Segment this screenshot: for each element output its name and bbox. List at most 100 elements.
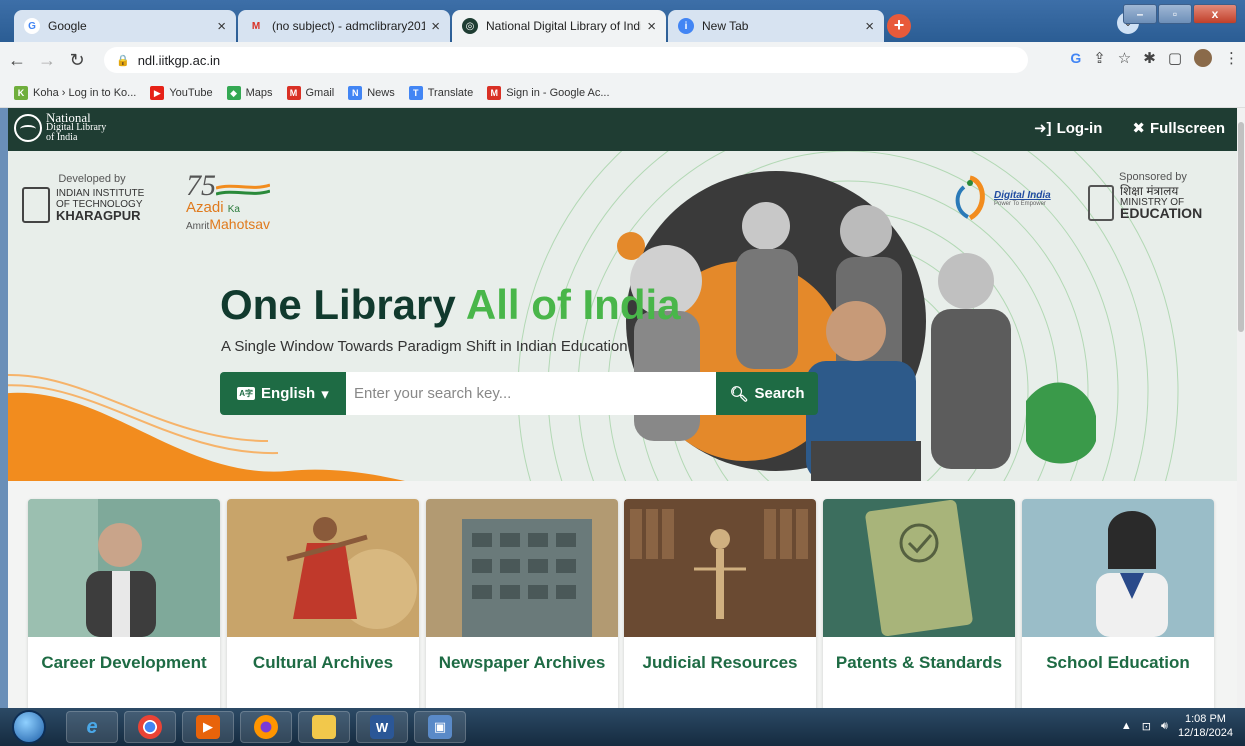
address-bar[interactable]: 🔒 ndl.iitkgp.ac.in bbox=[104, 47, 1028, 73]
profile-avatar-icon[interactable] bbox=[1194, 49, 1212, 67]
login-link[interactable]: ➜] Log-in bbox=[1034, 119, 1102, 137]
fullscreen-link[interactable]: ✖ Fullscreen bbox=[1132, 119, 1225, 137]
share-icon[interactable]: ⇪ bbox=[1093, 49, 1106, 67]
tab-ndl[interactable]: ◎ National Digital Library of India ( × bbox=[452, 10, 666, 42]
search-input[interactable] bbox=[346, 372, 716, 415]
clock[interactable]: 1:08 PM 12/18/2024 bbox=[1178, 712, 1233, 740]
azadi-amrit: Amrit bbox=[186, 221, 210, 232]
tab-google[interactable]: G Google × bbox=[14, 10, 236, 42]
window-controls: – ▫ x bbox=[1123, 4, 1237, 24]
star-icon[interactable]: ☆ bbox=[1118, 49, 1131, 67]
side-panel-icon[interactable]: ▢ bbox=[1168, 49, 1182, 67]
developed-by-iit-kgp: Developed by INDIAN INSTITUTE OF TECHNOL… bbox=[22, 173, 162, 223]
volume-icon[interactable]: 🔊︎ bbox=[1161, 720, 1168, 733]
taskbar-media-player[interactable]: ▶ bbox=[182, 711, 234, 743]
maximize-button[interactable]: ▫ bbox=[1158, 4, 1192, 24]
bookmarks-bar: K Koha › Log in to Ko... ▶ YouTube ◆ Maps M Gma… bbox=[0, 78, 1245, 108]
taskbar-file-explorer[interactable] bbox=[298, 711, 350, 743]
bookmark-label: Gmail bbox=[305, 86, 335, 99]
bookmark-item[interactable]: M Sign in - Google Ac... bbox=[487, 85, 610, 100]
start-button[interactable] bbox=[12, 710, 46, 744]
card-label: Newspaper Archives bbox=[438, 653, 606, 672]
taskbar-word[interactable]: W bbox=[356, 711, 408, 743]
card-career-development[interactable]: Career Development bbox=[28, 499, 220, 708]
scrollbar-thumb[interactable] bbox=[1238, 122, 1244, 332]
back-arrow-icon[interactable]: ← bbox=[4, 50, 30, 71]
forward-arrow-icon[interactable]: → bbox=[34, 50, 60, 71]
word-icon: W bbox=[370, 715, 394, 739]
card-school-education[interactable]: School Education bbox=[1022, 499, 1214, 708]
browser-toolbar: ← → ↻ 🔒 ndl.iitkgp.ac.in G ⇪ ☆ ✱ ▢ ⋮ bbox=[0, 42, 1245, 78]
bookmark-item[interactable]: ▶ YouTube bbox=[150, 85, 213, 100]
ministry-line-2: EDUCATION bbox=[1120, 204, 1203, 221]
taskbar-internet-explorer[interactable]: e bbox=[66, 711, 118, 743]
login-icon: ➜] bbox=[1033, 120, 1052, 137]
picture-viewer-icon: ▣ bbox=[428, 715, 452, 739]
card-patents-standards[interactable]: Patents & Standards bbox=[823, 499, 1015, 708]
new-tab-icon: i bbox=[678, 18, 694, 34]
windows-taskbar: e ▶ W ▣ ▲ ⊡ 🔊︎ 1:08 PM 12/18/2024 bbox=[0, 708, 1245, 746]
patents-standards-image bbox=[823, 499, 1015, 637]
bookmark-label: Koha › Log in to Ko... bbox=[33, 86, 137, 99]
google-lens-icon[interactable]: G bbox=[1070, 50, 1081, 66]
close-icon[interactable]: × bbox=[431, 18, 440, 35]
language-icon: A字 bbox=[237, 387, 256, 400]
taskbar-firefox[interactable] bbox=[240, 711, 292, 743]
career-development-image bbox=[28, 499, 220, 637]
chrome-icon bbox=[138, 715, 162, 739]
digital-india-tagline: Power To Empower bbox=[994, 200, 1046, 207]
maps-icon: ◆ bbox=[226, 85, 241, 100]
tab-label: (no subject) - admclibrary2019@ bbox=[272, 19, 426, 33]
page-scrollbar[interactable] bbox=[1237, 108, 1245, 708]
new-tab-button[interactable]: + bbox=[887, 14, 911, 38]
reload-icon[interactable]: ↻ bbox=[64, 50, 90, 71]
minimize-button[interactable]: – bbox=[1123, 4, 1157, 24]
category-cards: Career Development Cultural Archives New… bbox=[8, 481, 1237, 708]
close-icon[interactable]: × bbox=[647, 18, 656, 35]
bookmark-item[interactable]: K Koha › Log in to Ko... bbox=[14, 85, 137, 100]
gmail-icon: M bbox=[286, 85, 301, 100]
bookmark-label: YouTube bbox=[169, 86, 213, 99]
taskbar-chrome[interactable] bbox=[124, 711, 176, 743]
flag-swoosh-icon bbox=[216, 183, 270, 196]
window-close-button[interactable]: x bbox=[1193, 4, 1237, 24]
network-icon[interactable]: ⊡ bbox=[1142, 720, 1151, 733]
tab-label: New Tab bbox=[702, 19, 749, 33]
sponsored-by-caption: Sponsored by bbox=[1119, 171, 1187, 183]
youtube-icon: ▶ bbox=[150, 85, 165, 100]
ndl-favicon-icon: ◎ bbox=[462, 18, 478, 34]
bookmark-item[interactable]: ◆ Maps bbox=[226, 85, 273, 100]
login-label: Log-in bbox=[1056, 120, 1103, 137]
hero-title: One Library All of India bbox=[220, 281, 681, 329]
page-viewport: National Digital Library of India ➜] Log-… bbox=[8, 108, 1237, 708]
bookmark-item[interactable]: M Gmail bbox=[286, 85, 335, 100]
language-dropdown[interactable]: A字 English ▾ bbox=[220, 372, 346, 415]
bookmark-item[interactable]: T Translate bbox=[408, 85, 473, 100]
azadi-ka: Ka bbox=[227, 204, 240, 215]
menu-kebab-icon[interactable]: ⋮ bbox=[1224, 49, 1239, 67]
taskbar-picture-viewer[interactable]: ▣ bbox=[414, 711, 466, 743]
firefox-icon bbox=[254, 715, 278, 739]
tab-label: National Digital Library of India ( bbox=[486, 19, 642, 33]
ndl-emblem-icon bbox=[14, 114, 42, 142]
tab-gmail[interactable]: M (no subject) - admclibrary2019@ × bbox=[238, 10, 450, 42]
card-label: Judicial Resources bbox=[642, 653, 798, 672]
card-newspaper-archives[interactable]: Newspaper Archives bbox=[426, 499, 618, 708]
tab-new-tab[interactable]: i New Tab × bbox=[668, 10, 884, 42]
school-education-image bbox=[1022, 499, 1214, 637]
card-judicial-resources[interactable]: Judicial Resources bbox=[624, 499, 816, 708]
card-label: Career Development bbox=[41, 653, 207, 672]
extensions-icon[interactable]: ✱ bbox=[1143, 49, 1156, 67]
system-tray: ▲ ⊡ 🔊︎ 1:08 PM 12/18/2024 bbox=[1121, 712, 1233, 740]
bookmark-item[interactable]: N News bbox=[348, 85, 395, 100]
gmail-icon: M bbox=[251, 20, 261, 32]
show-hidden-icons-icon[interactable]: ▲ bbox=[1121, 720, 1132, 732]
judicial-resources-image bbox=[624, 499, 816, 637]
card-cultural-archives[interactable]: Cultural Archives bbox=[227, 499, 419, 708]
close-icon[interactable]: × bbox=[865, 18, 874, 35]
search-button[interactable]: 🔍︎ Search bbox=[716, 372, 818, 415]
language-label: English bbox=[261, 385, 316, 402]
ndl-logo[interactable]: National Digital Library of India bbox=[14, 111, 106, 143]
close-icon[interactable]: × bbox=[217, 18, 226, 35]
ministry-hindi: शिक्षा मंत्रालय bbox=[1120, 183, 1179, 198]
